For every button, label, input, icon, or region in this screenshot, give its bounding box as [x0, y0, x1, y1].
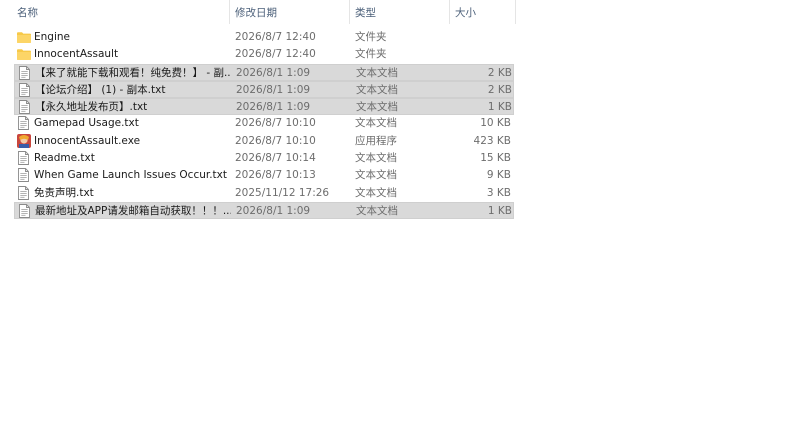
- file-type: 文本文档: [356, 101, 398, 114]
- column-header-date[interactable]: 修改日期: [230, 0, 350, 24]
- file-size: 423 KB: [473, 134, 511, 147]
- file-explorer: 名称 ^ 修改日期 类型 大小 Engine 2026/8/7 12:40 文件夹 I…: [0, 0, 800, 427]
- file-date-modified: 2026/8/7 10:10: [235, 134, 316, 147]
- file-name: 免责声明.txt: [34, 186, 94, 199]
- file-row[interactable]: InnocentAssault 2026/8/7 12:40 文件夹: [14, 46, 514, 63]
- file-name: 【来了就能下载和观看！纯免费！】 - 副...: [35, 66, 231, 79]
- file-name: 最新地址及APP请发邮箱自动获取！！！...: [35, 204, 231, 217]
- file-date-modified: 2026/8/7 10:13: [235, 169, 316, 182]
- file-name: InnocentAssault: [34, 48, 119, 61]
- column-header-size[interactable]: 大小: [450, 0, 516, 24]
- folder-icon: [17, 30, 31, 45]
- file-size: [454, 46, 511, 63]
- file-date-modified: 2026/8/1 1:09: [236, 83, 311, 96]
- column-header-type-label: 类型: [355, 7, 376, 19]
- file-type: 文本文档: [355, 186, 397, 199]
- sort-ascending-icon: ^: [125, 0, 133, 5]
- file-type: 文本文档: [356, 204, 398, 217]
- column-header-date-label: 修改日期: [235, 7, 277, 19]
- file-type: 文本文档: [356, 83, 398, 96]
- file-size: 1 KB: [487, 204, 512, 217]
- text-file-icon: [18, 100, 32, 115]
- file-date-modified: 2026/8/7 10:14: [235, 152, 316, 165]
- file-row[interactable]: 【来了就能下载和观看！纯免费！】 - 副... 2026/8/1 1:09 文本文档…: [14, 63, 514, 81]
- file-size: 15 KB: [480, 152, 511, 165]
- file-date-modified: 2026/8/7 12:40: [235, 31, 316, 43]
- file-size: 1 KB: [487, 101, 512, 114]
- file-type: 文本文档: [356, 66, 398, 79]
- file-type: 文本文档: [355, 152, 397, 165]
- text-file-icon: [17, 185, 31, 201]
- file-size: 10 KB: [480, 117, 511, 130]
- folder-icon: [17, 47, 31, 62]
- file-size: 3 KB: [486, 186, 511, 199]
- file-name: Gamepad Usage.txt: [34, 117, 139, 130]
- file-date-modified: 2026/8/7 12:40: [235, 48, 316, 61]
- file-type: 文本文档: [355, 117, 397, 130]
- file-type: 文件夹: [355, 48, 387, 61]
- text-file-icon: [18, 82, 32, 98]
- file-size: [454, 29, 511, 46]
- file-type: 应用程序: [355, 134, 397, 147]
- file-size: 2 KB: [487, 66, 512, 79]
- file-row[interactable]: 【永久地址发布页】.txt 2026/8/1 1:09 文本文档 1 KB: [14, 98, 514, 116]
- file-list: Engine 2026/8/7 12:40 文件夹 InnocentAssault 20…: [14, 29, 516, 220]
- file-name: 【永久地址发布页】.txt: [35, 101, 148, 114]
- text-file-icon: [18, 204, 32, 219]
- file-row[interactable]: 【论坛介绍】 (1) - 副本.txt 2026/8/1 1:09 文本文档 2 KB: [14, 80, 514, 99]
- file-name: When Game Launch Issues Occur.txt: [34, 169, 228, 182]
- file-row[interactable]: Readme.txt 2026/8/7 10:14 文本文档 15 KB: [14, 150, 514, 167]
- file-row[interactable]: 免责声明.txt 2025/11/12 17:26 文本文档 3 KB: [14, 185, 514, 202]
- text-file-icon: [17, 151, 31, 166]
- file-size: 9 KB: [486, 169, 511, 182]
- file-name: InnocentAssault.exe: [34, 134, 141, 147]
- text-file-icon: [17, 168, 31, 183]
- column-header-type[interactable]: 类型: [350, 0, 450, 24]
- text-file-icon: [17, 116, 31, 131]
- file-row[interactable]: Gamepad Usage.txt 2026/8/7 10:10 文本文档 10 KB: [14, 115, 514, 132]
- file-name: Readme.txt: [34, 152, 95, 165]
- app-icon: [17, 133, 31, 149]
- file-date-modified: 2026/8/1 1:09: [236, 204, 311, 217]
- file-row[interactable]: 最新地址及APP请发邮箱自动获取！！！... 2026/8/1 1:09 文本文档 1…: [14, 201, 514, 220]
- file-name: Engine: [34, 31, 70, 43]
- file-date-modified: 2026/8/1 1:09: [236, 101, 311, 114]
- text-file-icon: [18, 65, 32, 81]
- file-type: 文本文档: [355, 169, 397, 182]
- column-header-bar: 名称 ^ 修改日期 类型 大小: [0, 0, 800, 24]
- file-type: 文件夹: [355, 31, 387, 43]
- file-row[interactable]: Engine 2026/8/7 12:40 文件夹: [14, 29, 514, 46]
- column-header-name-label: 名称: [17, 7, 38, 19]
- file-row[interactable]: InnocentAssault.exe 2026/8/7 10:10 应用程序 423…: [14, 133, 514, 150]
- column-header-size-label: 大小: [455, 7, 476, 19]
- file-date-modified: 2026/8/7 10:10: [235, 117, 316, 130]
- file-row[interactable]: When Game Launch Issues Occur.txt 2026/8/…: [14, 167, 514, 184]
- file-name: 【论坛介绍】 (1) - 副本.txt: [35, 83, 166, 96]
- file-size: 2 KB: [487, 83, 512, 96]
- file-date-modified: 2025/11/12 17:26: [235, 186, 330, 199]
- file-date-modified: 2026/8/1 1:09: [236, 66, 311, 79]
- column-header-name[interactable]: 名称 ^: [12, 0, 230, 24]
